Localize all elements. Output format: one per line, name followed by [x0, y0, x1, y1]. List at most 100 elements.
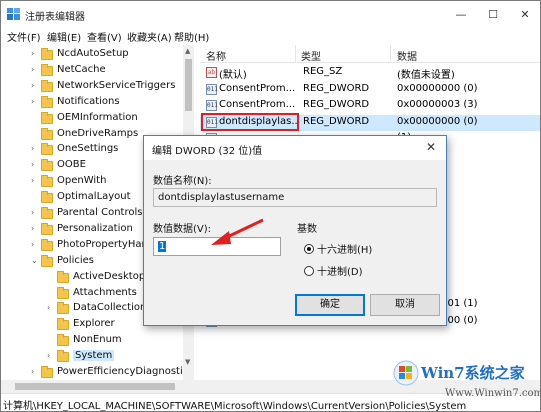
tree-item-label: OneDriveRamps	[57, 127, 139, 139]
tree-item-label: NetCache	[57, 63, 106, 75]
ok-button[interactable]: 确定	[295, 294, 365, 316]
dialog-title: 编辑 DWORD (32 位)值	[152, 146, 263, 157]
column-separator[interactable]	[295, 45, 296, 63]
menu-edit[interactable]: 编辑(E)	[47, 29, 81, 44]
radio-unselected-icon[interactable]	[304, 266, 314, 276]
expand-chevron-icon[interactable]: ›	[31, 65, 34, 74]
tree-item-label: NetworkServiceTriggers	[57, 79, 176, 91]
folder-icon	[57, 350, 69, 363]
tree-item[interactable]: NonEnum	[1, 333, 189, 349]
expand-chevron-icon[interactable]: ⌄	[31, 256, 38, 265]
value-data-label: 数值数据(V):	[153, 224, 212, 235]
radio-selected-icon[interactable]	[304, 244, 314, 254]
folder-icon	[41, 79, 53, 92]
expand-chevron-icon[interactable]: ›	[31, 367, 34, 376]
tree-item-label: Personalization	[57, 222, 133, 234]
column-separator[interactable]	[390, 45, 391, 63]
dialog-close-icon[interactable]: ✕	[426, 140, 436, 154]
maximize-button[interactable]: ☐	[476, 1, 510, 27]
folder-icon	[57, 334, 69, 347]
tree-item-label: Policies	[57, 254, 94, 266]
value-data-text[interactable]: 1	[158, 241, 167, 252]
red-arrow-annotation-icon	[211, 218, 264, 245]
value-data: 0x00000000 (0)	[397, 115, 478, 127]
tree-item[interactable]: › NetCache	[1, 63, 189, 79]
tree-item-label: ActiveDesktop	[73, 270, 146, 282]
highlight-annotation-box	[201, 113, 299, 131]
window-title: 注册表编辑器	[25, 12, 85, 23]
scroll-thumb[interactable]	[185, 59, 192, 111]
tree-item-label: OEMInformation	[57, 111, 138, 123]
tree-item-label: System	[73, 350, 115, 362]
value-row[interactable]: 011 ConsentProm... REG_DWORD 0x00000003 (3)	[200, 98, 540, 114]
folder-icon	[41, 95, 53, 108]
menu-view[interactable]: 查看(V)	[87, 29, 122, 44]
tree-item[interactable]: › System	[1, 349, 189, 365]
value-type: REG_SZ	[303, 66, 343, 77]
binary-value-icon: 011	[206, 100, 218, 112]
expand-chevron-icon[interactable]: ›	[31, 208, 34, 217]
folder-icon	[41, 175, 53, 188]
folder-icon	[41, 159, 53, 172]
column-name-header[interactable]: 名称	[206, 48, 226, 63]
folder-icon	[41, 222, 53, 235]
tree-item[interactable]: › PowerEfficiencyDiagnostics	[1, 365, 193, 380]
tree-item-label: NonEnum	[73, 334, 122, 346]
value-name: ConsentProm...	[219, 82, 296, 94]
expand-chevron-icon[interactable]: ›	[47, 303, 50, 312]
expand-chevron-icon[interactable]: ›	[31, 81, 34, 90]
close-button[interactable]: ✕	[508, 1, 541, 27]
menu-file[interactable]: 文件(F)	[7, 29, 41, 44]
tree-item[interactable]: › Notifications	[1, 95, 189, 111]
value-name: ConsentProm...	[219, 99, 296, 111]
column-data-header[interactable]: 数据	[397, 48, 417, 63]
tree-item[interactable]: › NetworkServiceTriggers	[1, 79, 189, 95]
expand-chevron-icon[interactable]: ›	[31, 160, 34, 169]
value-name: (默认)	[219, 70, 247, 81]
tree-item-label: OOBE	[57, 159, 86, 171]
tree-item-label: PowerEfficiencyDiagnostics	[57, 366, 194, 377]
expand-chevron-icon[interactable]: ›	[31, 176, 34, 185]
expand-chevron-icon[interactable]: ›	[31, 97, 34, 106]
minimize-button[interactable]: —	[444, 1, 478, 27]
value-name-text: dontdisplaylastusername	[158, 192, 285, 203]
value-name-label: 数值名称(N):	[153, 176, 212, 187]
scroll-up-arrow-icon[interactable]: ▲	[185, 47, 190, 55]
regedit-app-icon	[7, 8, 20, 20]
menu-favorites[interactable]: 收藏夹(A)	[127, 29, 172, 44]
tree-item-label: OneSettings	[57, 143, 119, 155]
dialog-title-bar: 编辑 DWORD (32 位)值 ✕	[144, 136, 446, 160]
folder-icon	[57, 318, 69, 331]
tree-item-label: Parental Controls	[57, 207, 143, 218]
scroll-thumb[interactable]	[15, 383, 175, 390]
site-watermark: Win7系统之家 Www.Winwin7.com	[393, 358, 541, 408]
value-row[interactable]: 011 ConsentProm... REG_DWORD 0x00000000 (0)	[200, 82, 540, 98]
tree-item-label: OptimalLayout	[57, 191, 131, 203]
tree-item[interactable]: › NcdAutoSetup	[1, 47, 189, 63]
registry-editor-window: 注册表编辑器 — ☐ ✕ 文件(F) 编辑(E) 查看(V) 收藏夹(A) 帮助…	[0, 0, 541, 412]
value-type: REG_DWORD	[303, 99, 370, 111]
base-group-label: 基数	[297, 224, 317, 235]
expand-chevron-icon[interactable]: ›	[47, 351, 50, 360]
title-bar: 注册表编辑器 — ☐ ✕	[1, 1, 540, 27]
expand-chevron-icon[interactable]: ›	[31, 224, 34, 233]
tree-item-label: DataCollection	[73, 302, 147, 314]
hex-radio[interactable]: 十六进制(H)	[304, 241, 372, 256]
expand-chevron-icon[interactable]: ›	[31, 240, 34, 249]
value-data: 0x00000003 (3)	[397, 99, 478, 111]
cancel-button[interactable]: 取消	[370, 294, 440, 316]
folder-icon	[41, 111, 53, 124]
decimal-radio[interactable]: 十进制(D)	[304, 263, 363, 278]
column-type-header[interactable]: 类型	[301, 48, 321, 63]
tree-item-label: PhotoPropertyHan	[57, 238, 148, 250]
tree-item-label: Explorer	[73, 318, 115, 330]
tree-item[interactable]: OEMInformation	[1, 111, 189, 127]
menu-help[interactable]: 帮助(H)	[174, 29, 209, 44]
expand-chevron-icon[interactable]: ›	[31, 144, 34, 153]
value-row[interactable]: ab (默认) REG_SZ (数值未设置)	[200, 65, 540, 81]
value-data: 0x00000000 (0)	[397, 82, 478, 94]
menu-bar: 文件(F) 编辑(E) 查看(V) 收藏夹(A) 帮助(H)	[1, 27, 540, 45]
expand-chevron-icon[interactable]: ›	[31, 49, 34, 58]
scroll-down-arrow-icon[interactable]: ▼	[185, 358, 190, 366]
value-name-field: dontdisplaylastusername	[153, 188, 437, 207]
